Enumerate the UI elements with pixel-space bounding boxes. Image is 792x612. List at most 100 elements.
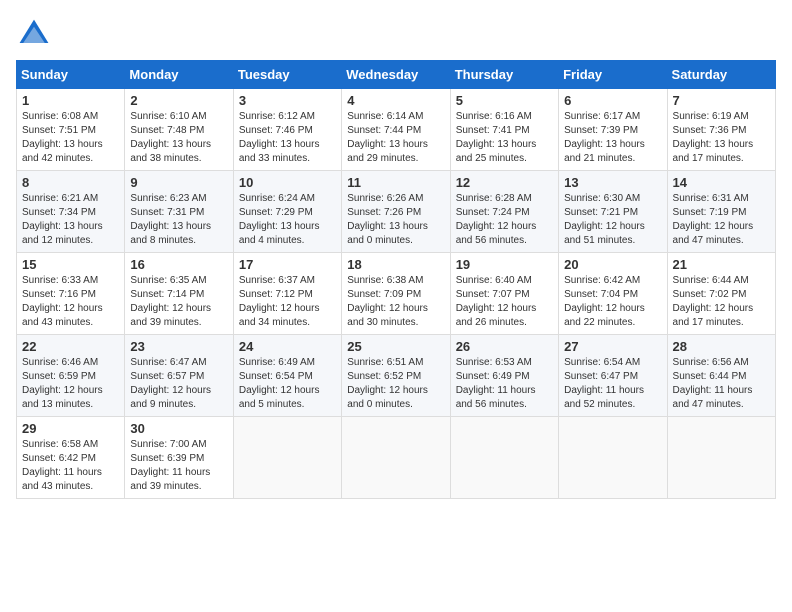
day-cell: 3 Sunrise: 6:12 AM Sunset: 7:46 PM Daylig…	[233, 89, 341, 171]
day-info: Sunrise: 6:38 AM Sunset: 7:09 PM Dayligh…	[347, 274, 444, 330]
day-info: Sunrise: 6:37 AM Sunset: 7:12 PM Dayligh…	[239, 274, 336, 330]
day-info: Sunrise: 6:42 AM Sunset: 7:04 PM Dayligh…	[564, 274, 661, 330]
day-number: 6	[564, 93, 661, 108]
day-cell: 22Sunrise: 6:46 AM Sunset: 6:59 PM Dayli…	[17, 335, 125, 417]
day-number: 25	[347, 339, 444, 354]
day-cell: 10Sunrise: 6:24 AM Sunset: 7:29 PM Dayli…	[233, 171, 341, 253]
day-cell: 2 Sunrise: 6:10 AM Sunset: 7:48 PM Daylig…	[125, 89, 233, 171]
day-number: 18	[347, 257, 444, 272]
day-info: Sunrise: 6:44 AM Sunset: 7:02 PM Dayligh…	[673, 274, 770, 330]
day-info: Sunrise: 6:28 AM Sunset: 7:24 PM Dayligh…	[456, 192, 553, 248]
header-monday: Monday	[125, 61, 233, 89]
day-number: 16	[130, 257, 227, 272]
day-number: 14	[673, 175, 770, 190]
day-cell: 8Sunrise: 6:21 AM Sunset: 7:34 PM Daylig…	[17, 171, 125, 253]
day-info: Sunrise: 6:14 AM Sunset: 7:44 PM Dayligh…	[347, 110, 444, 166]
day-cell: 4 Sunrise: 6:14 AM Sunset: 7:44 PM Daylig…	[342, 89, 450, 171]
day-cell: 20 Sunrise: 6:42 AM Sunset: 7:04 PM Dayli…	[559, 253, 667, 335]
day-cell: 29 Sunrise: 6:58 AM Sunset: 6:42 PM Dayli…	[17, 417, 125, 499]
day-number: 4	[347, 93, 444, 108]
day-number: 12	[456, 175, 553, 190]
header-wednesday: Wednesday	[342, 61, 450, 89]
day-info: Sunrise: 6:19 AM Sunset: 7:36 PM Dayligh…	[673, 110, 770, 166]
day-info: Sunrise: 6:23 AM Sunset: 7:31 PM Dayligh…	[130, 192, 227, 248]
day-number: 9	[130, 175, 227, 190]
day-cell: 7 Sunrise: 6:19 AM Sunset: 7:36 PM Daylig…	[667, 89, 775, 171]
day-number: 24	[239, 339, 336, 354]
day-number: 28	[673, 339, 770, 354]
day-info: Sunrise: 6:47 AM Sunset: 6:57 PM Dayligh…	[130, 356, 227, 412]
day-cell: 26Sunrise: 6:53 AM Sunset: 6:49 PM Dayli…	[450, 335, 558, 417]
day-cell: 13Sunrise: 6:30 AM Sunset: 7:21 PM Dayli…	[559, 171, 667, 253]
day-info: Sunrise: 6:12 AM Sunset: 7:46 PM Dayligh…	[239, 110, 336, 166]
day-cell	[233, 417, 341, 499]
week-row-5: 29 Sunrise: 6:58 AM Sunset: 6:42 PM Dayli…	[17, 417, 776, 499]
day-info: Sunrise: 6:17 AM Sunset: 7:39 PM Dayligh…	[564, 110, 661, 166]
day-number: 21	[673, 257, 770, 272]
day-cell: 18 Sunrise: 6:38 AM Sunset: 7:09 PM Dayli…	[342, 253, 450, 335]
day-info: Sunrise: 6:49 AM Sunset: 6:54 PM Dayligh…	[239, 356, 336, 412]
day-info: Sunrise: 6:30 AM Sunset: 7:21 PM Dayligh…	[564, 192, 661, 248]
day-info: Sunrise: 7:00 AM Sunset: 6:39 PM Dayligh…	[130, 438, 227, 494]
day-info: Sunrise: 6:10 AM Sunset: 7:48 PM Dayligh…	[130, 110, 227, 166]
day-cell	[667, 417, 775, 499]
day-cell: 16 Sunrise: 6:35 AM Sunset: 7:14 PM Dayli…	[125, 253, 233, 335]
day-info: Sunrise: 6:58 AM Sunset: 6:42 PM Dayligh…	[22, 438, 119, 494]
day-info: Sunrise: 6:35 AM Sunset: 7:14 PM Dayligh…	[130, 274, 227, 330]
day-cell: 6 Sunrise: 6:17 AM Sunset: 7:39 PM Daylig…	[559, 89, 667, 171]
day-number: 7	[673, 93, 770, 108]
day-cell: 25 Sunrise: 6:51 AM Sunset: 6:52 PM Dayli…	[342, 335, 450, 417]
day-info: Sunrise: 6:51 AM Sunset: 6:52 PM Dayligh…	[347, 356, 444, 412]
day-info: Sunrise: 6:40 AM Sunset: 7:07 PM Dayligh…	[456, 274, 553, 330]
day-cell: 19 Sunrise: 6:40 AM Sunset: 7:07 PM Dayli…	[450, 253, 558, 335]
day-info: Sunrise: 6:08 AM Sunset: 7:51 PM Dayligh…	[22, 110, 119, 166]
day-info: Sunrise: 6:33 AM Sunset: 7:16 PM Dayligh…	[22, 274, 119, 330]
day-cell	[450, 417, 558, 499]
day-cell: 15 Sunrise: 6:33 AM Sunset: 7:16 PM Dayli…	[17, 253, 125, 335]
day-number: 27	[564, 339, 661, 354]
day-info: Sunrise: 6:46 AM Sunset: 6:59 PM Dayligh…	[22, 356, 119, 412]
week-row-3: 15 Sunrise: 6:33 AM Sunset: 7:16 PM Dayli…	[17, 253, 776, 335]
day-number: 1	[22, 93, 119, 108]
day-number: 29	[22, 421, 119, 436]
day-cell: 30 Sunrise: 7:00 AM Sunset: 6:39 PM Dayli…	[125, 417, 233, 499]
day-cell: 5 Sunrise: 6:16 AM Sunset: 7:41 PM Daylig…	[450, 89, 558, 171]
day-number: 5	[456, 93, 553, 108]
day-cell: 9 Sunrise: 6:23 AM Sunset: 7:31 PM Daylig…	[125, 171, 233, 253]
day-number: 26	[456, 339, 553, 354]
calendar-header: SundayMondayTuesdayWednesdayThursdayFrid…	[17, 61, 776, 89]
day-number: 8	[22, 175, 119, 190]
calendar: SundayMondayTuesdayWednesdayThursdayFrid…	[16, 60, 776, 499]
day-number: 23	[130, 339, 227, 354]
day-number: 20	[564, 257, 661, 272]
header-thursday: Thursday	[450, 61, 558, 89]
day-number: 30	[130, 421, 227, 436]
logo-icon	[16, 16, 52, 52]
day-cell: 23 Sunrise: 6:47 AM Sunset: 6:57 PM Dayli…	[125, 335, 233, 417]
day-info: Sunrise: 6:56 AM Sunset: 6:44 PM Dayligh…	[673, 356, 770, 412]
day-number: 11	[347, 175, 444, 190]
day-cell: 24 Sunrise: 6:49 AM Sunset: 6:54 PM Dayli…	[233, 335, 341, 417]
day-number: 19	[456, 257, 553, 272]
day-number: 15	[22, 257, 119, 272]
day-cell: 14 Sunrise: 6:31 AM Sunset: 7:19 PM Dayli…	[667, 171, 775, 253]
day-cell	[342, 417, 450, 499]
header-sunday: Sunday	[17, 61, 125, 89]
header-saturday: Saturday	[667, 61, 775, 89]
day-number: 10	[239, 175, 336, 190]
week-row-1: 1 Sunrise: 6:08 AM Sunset: 7:51 PM Daylig…	[17, 89, 776, 171]
header	[16, 16, 776, 52]
day-info: Sunrise: 6:26 AM Sunset: 7:26 PM Dayligh…	[347, 192, 444, 248]
day-number: 2	[130, 93, 227, 108]
day-number: 3	[239, 93, 336, 108]
day-info: Sunrise: 6:16 AM Sunset: 7:41 PM Dayligh…	[456, 110, 553, 166]
day-cell: 28 Sunrise: 6:56 AM Sunset: 6:44 PM Dayli…	[667, 335, 775, 417]
day-info: Sunrise: 6:31 AM Sunset: 7:19 PM Dayligh…	[673, 192, 770, 248]
day-cell: 12 Sunrise: 6:28 AM Sunset: 7:24 PM Dayli…	[450, 171, 558, 253]
day-cell: 11 Sunrise: 6:26 AM Sunset: 7:26 PM Dayli…	[342, 171, 450, 253]
day-info: Sunrise: 6:54 AM Sunset: 6:47 PM Dayligh…	[564, 356, 661, 412]
week-row-4: 22Sunrise: 6:46 AM Sunset: 6:59 PM Dayli…	[17, 335, 776, 417]
week-row-2: 8Sunrise: 6:21 AM Sunset: 7:34 PM Daylig…	[17, 171, 776, 253]
day-cell	[559, 417, 667, 499]
header-row: SundayMondayTuesdayWednesdayThursdayFrid…	[17, 61, 776, 89]
